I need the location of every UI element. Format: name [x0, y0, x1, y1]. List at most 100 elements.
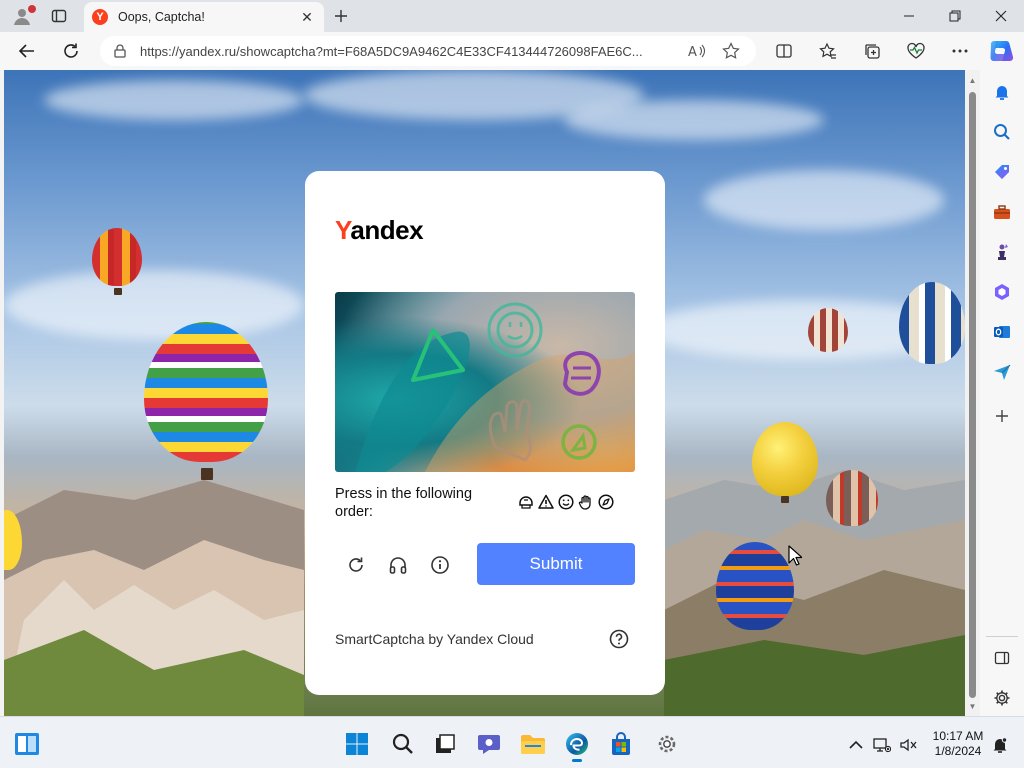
refresh-button[interactable] — [56, 37, 86, 65]
restore-button[interactable] — [932, 0, 978, 32]
notification-center-button[interactable] — [990, 735, 1010, 755]
system-clock[interactable]: 10:17 AM 1/8/2024 — [930, 729, 986, 759]
task-view-button[interactable] — [432, 731, 458, 757]
sidebar-settings-button[interactable] — [990, 686, 1014, 710]
hide-sidebar-button[interactable] — [990, 646, 1014, 670]
chess-piece-icon — [998, 244, 1008, 260]
favorites-button[interactable] — [812, 37, 844, 65]
edge-icon — [566, 733, 588, 755]
settings-taskbar-button[interactable] — [654, 731, 680, 757]
url-text[interactable]: https://yandex.ru/showcaptcha?mt=F68A5DC… — [140, 44, 676, 59]
sidebar-games-button[interactable] — [990, 240, 1014, 264]
clock-date: 1/8/2024 — [934, 744, 982, 758]
sidebar-microsoft365-button[interactable] — [990, 280, 1014, 304]
collections-button[interactable] — [856, 37, 888, 65]
windows-logo-icon — [346, 733, 368, 755]
captcha-footer: SmartCaptcha by Yandex Cloud — [335, 631, 534, 647]
profile-button[interactable] — [8, 3, 36, 29]
restore-icon — [949, 10, 961, 22]
page-scrollbar[interactable]: ▲ ▼ — [965, 70, 980, 716]
captcha-order-icons — [517, 493, 615, 511]
start-button[interactable] — [344, 731, 370, 757]
browser-essentials-button[interactable] — [900, 37, 932, 65]
plus-icon — [335, 10, 347, 22]
headphones-icon — [389, 557, 407, 574]
show-hidden-icons-button[interactable] — [846, 735, 866, 755]
sidebar-add-button[interactable] — [990, 404, 1014, 428]
minimize-icon — [904, 15, 914, 17]
read-aloud-icon[interactable]: A — [684, 38, 710, 64]
tab-title: Oops, Captcha! — [118, 10, 205, 24]
captcha-target-smiley-icon[interactable] — [487, 302, 543, 358]
split-screen-icon — [776, 44, 792, 58]
file-explorer-button[interactable] — [520, 731, 546, 757]
profile-notification-dot — [28, 5, 36, 13]
tab-close-icon[interactable]: ✕ — [298, 8, 316, 26]
new-tab-button[interactable] — [328, 4, 354, 28]
sidebar-divider — [986, 636, 1018, 637]
tab-actions-button[interactable] — [44, 3, 74, 29]
tab-strip: Y Oops, Captcha! ✕ — [0, 0, 1024, 32]
audio-captcha-button[interactable] — [385, 552, 411, 578]
address-bar[interactable]: https://yandex.ru/showcaptcha?mt=F68A5DC… — [100, 36, 756, 66]
paper-plane-icon — [994, 364, 1011, 380]
search-icon — [392, 733, 413, 754]
taskbar-search-button[interactable] — [390, 731, 416, 757]
sidebar-outlook-button[interactable] — [990, 320, 1014, 344]
captcha-image[interactable] — [335, 292, 635, 472]
microsoft365-icon — [995, 284, 1009, 300]
arrow-left-icon — [18, 44, 34, 58]
sidebar-tools-button[interactable] — [990, 200, 1014, 224]
yandex-favicon-icon: Y — [92, 9, 108, 25]
network-icon — [873, 738, 891, 753]
edge-sidebar — [980, 70, 1024, 716]
minimize-button[interactable] — [886, 0, 932, 32]
folder-icon — [521, 735, 545, 754]
notifications-button[interactable] — [990, 80, 1014, 104]
volume-button[interactable] — [898, 735, 918, 755]
settings-more-button[interactable] — [944, 37, 976, 65]
tag-icon — [995, 165, 1009, 179]
widgets-button[interactable] — [14, 731, 40, 757]
copilot-button[interactable] — [986, 37, 1018, 65]
gear-icon — [994, 690, 1010, 706]
speaker-muted-icon — [900, 738, 917, 752]
sidebar-drop-button[interactable] — [990, 360, 1014, 384]
scroll-thumb[interactable] — [969, 92, 976, 698]
settings-gear-icon — [658, 735, 676, 753]
mouse-cursor-icon — [788, 545, 803, 572]
teams-chat-button[interactable] — [476, 731, 502, 757]
favorite-star-icon[interactable] — [718, 38, 744, 64]
network-status-button[interactable] — [872, 735, 892, 755]
refresh-icon — [349, 557, 363, 572]
captcha-card: Yandex Press in the following order: Sub… — [305, 171, 665, 695]
collections-icon — [865, 44, 880, 59]
microsoft-store-button[interactable] — [608, 731, 634, 757]
svg-text:A: A — [688, 45, 697, 59]
back-button[interactable] — [12, 37, 42, 65]
edge-taskbar-button[interactable] — [564, 731, 590, 762]
copilot-icon — [990, 41, 1014, 61]
reload-captcha-button[interactable] — [343, 552, 369, 578]
sidebar-shopping-button[interactable] — [990, 160, 1014, 184]
captcha-info-button[interactable] — [427, 552, 453, 578]
helmet-icon — [517, 493, 535, 511]
help-button[interactable] — [608, 628, 630, 650]
compass-icon — [597, 493, 615, 511]
clock-time: 10:17 AM — [932, 729, 984, 743]
sidebar-search-button[interactable] — [990, 120, 1014, 144]
navigation-bar: https://yandex.ru/showcaptcha?mt=F68A5DC… — [0, 32, 1024, 70]
smiley-icon — [557, 493, 575, 511]
scroll-up-icon[interactable]: ▲ — [967, 74, 978, 86]
close-icon — [995, 10, 1007, 22]
task-view-icon — [436, 734, 455, 753]
refresh-icon — [64, 43, 78, 58]
tab-active[interactable]: Y Oops, Captcha! ✕ — [84, 2, 324, 32]
close-window-button[interactable] — [978, 0, 1024, 32]
windows-taskbar: 10:17 AM 1/8/2024 — [0, 716, 1024, 768]
split-screen-button[interactable] — [768, 37, 800, 65]
submit-button[interactable]: Submit — [477, 543, 635, 585]
notification-bell-icon — [993, 737, 1008, 753]
scroll-down-icon[interactable]: ▼ — [967, 700, 978, 712]
lock-icon[interactable] — [112, 43, 128, 59]
